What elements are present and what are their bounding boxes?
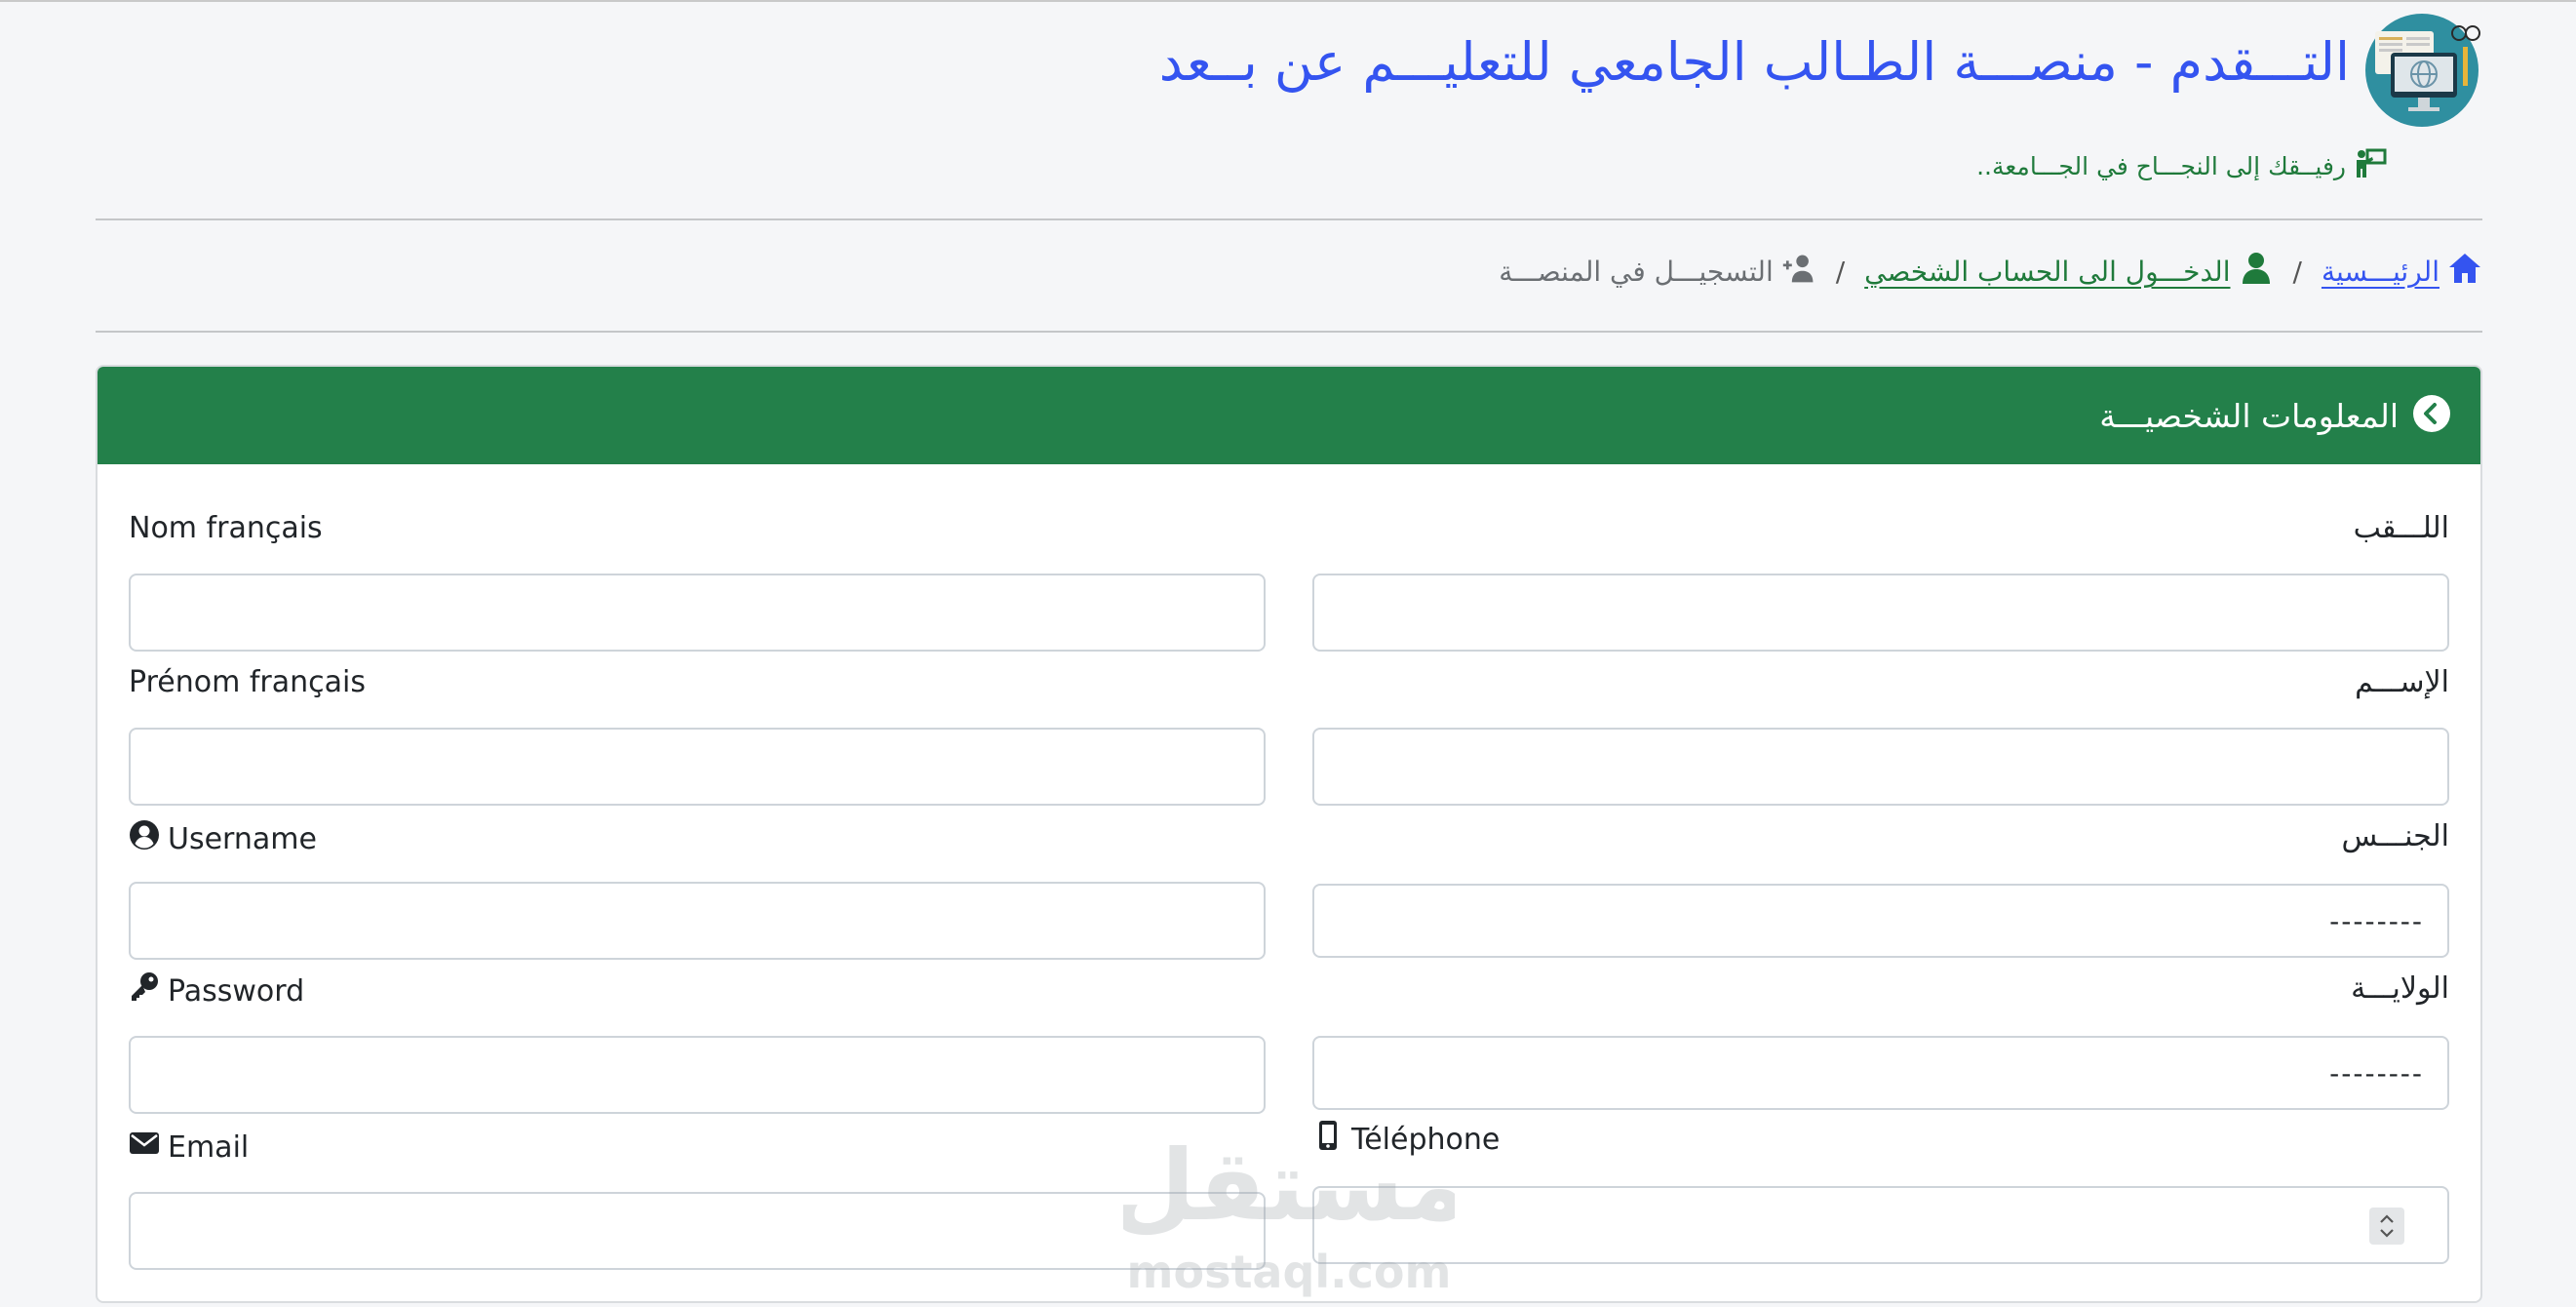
- telephone-label: Téléphone: [1351, 1122, 1501, 1157]
- prenom-francais-label: Prénom français: [129, 665, 366, 699]
- username-input[interactable]: [129, 882, 1266, 960]
- nom-francais-input[interactable]: [129, 574, 1266, 652]
- tagline-text: رفيــقك إلى النجـــاح في الجـــامعة..: [1976, 151, 2346, 180]
- tagline: رفيــقك إلى النجـــاح في الجـــامعة..: [1976, 146, 2387, 185]
- header-divider: [96, 218, 2482, 220]
- breadcrumb-divider: [96, 331, 2482, 333]
- home-icon: [2447, 252, 2482, 292]
- jins-label: الجنـــس: [2341, 819, 2449, 853]
- mobile-icon: [1312, 1120, 1344, 1159]
- password-label-row: Password: [129, 971, 304, 1010]
- envelope-icon: [129, 1128, 160, 1167]
- card-title: المعلومات الشخصيـــة: [2099, 396, 2399, 435]
- key-icon: [129, 971, 160, 1010]
- telephone-label-row: Téléphone: [1312, 1120, 1500, 1159]
- username-label-row: Username: [129, 819, 317, 858]
- breadcrumb-separator: /: [2292, 256, 2302, 288]
- person-board-icon: [2354, 146, 2387, 185]
- telephone-input[interactable]: [1312, 1186, 2449, 1264]
- card-header[interactable]: المعلومات الشخصيـــة: [98, 367, 2480, 464]
- site-header: التـــقدم - منصـــة الطـالب الجامعي للتع…: [0, 2, 2576, 217]
- laqab-label: اللـــقب: [2353, 511, 2449, 545]
- wilaya-label: الولايـــة: [2351, 971, 2449, 1006]
- jins-select[interactable]: --------: [1312, 884, 2449, 958]
- password-label: Password: [168, 973, 305, 1009]
- ism-input[interactable]: [1312, 728, 2449, 806]
- breadcrumb-current-label: التسجيـــل في المنصـــة: [1499, 256, 1774, 288]
- user-plus-icon: [1781, 252, 1816, 292]
- username-label: Username: [168, 821, 317, 856]
- wilaya-select[interactable]: --------: [1312, 1036, 2449, 1110]
- chevron-circle-icon: [2412, 394, 2451, 437]
- breadcrumb: الرئيـــسية / الدخـــول الى الحساب الشخص…: [1499, 252, 2482, 292]
- user-circle-icon: [129, 819, 160, 858]
- platform-logo[interactable]: [2361, 10, 2482, 127]
- personal-info-card: المعلومات الشخصيـــة Nom français اللـــ…: [96, 365, 2482, 1303]
- breadcrumb-separator: /: [1835, 256, 1846, 288]
- email-input[interactable]: [129, 1192, 1266, 1270]
- breadcrumb-login[interactable]: الدخـــول الى الحساب الشخصي: [1864, 252, 2273, 292]
- nom-francais-label: Nom français: [129, 511, 323, 545]
- breadcrumb-current: التسجيـــل في المنصـــة: [1499, 252, 1815, 292]
- user-icon: [2239, 252, 2274, 292]
- breadcrumb-home[interactable]: الرئيـــسية: [2322, 252, 2482, 292]
- password-input[interactable]: [129, 1036, 1266, 1114]
- laqab-input[interactable]: [1312, 574, 2449, 652]
- email-label-row: Email: [129, 1128, 249, 1167]
- breadcrumb-login-link[interactable]: الدخـــول الى الحساب الشخصي: [1864, 256, 2230, 288]
- site-title: التـــقدم - منصـــة الطـالب الجامعي للتع…: [1158, 31, 2350, 93]
- number-spinner[interactable]: [2369, 1208, 2404, 1245]
- ism-label: الإســـم: [2355, 665, 2449, 699]
- prenom-francais-input[interactable]: [129, 728, 1266, 806]
- email-label: Email: [168, 1129, 250, 1165]
- breadcrumb-home-link[interactable]: الرئيـــسية: [2322, 256, 2439, 288]
